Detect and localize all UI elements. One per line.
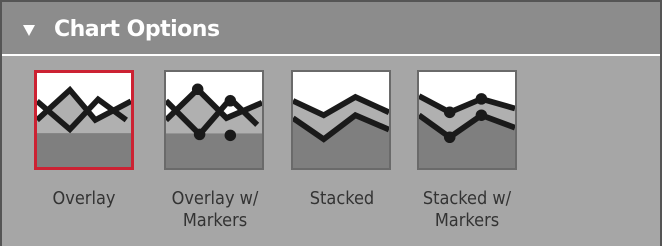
overlay-thumbnail[interactable] [34, 70, 134, 170]
overlay-markers-thumbnail[interactable] [164, 70, 264, 170]
option-overlay[interactable]: Overlay [0, 70, 139, 240]
overlay-chart-icon [37, 73, 131, 167]
option-overlay-markers[interactable]: Overlay w/ Markers [130, 70, 270, 240]
panel-header[interactable]: Chart Options [2, 2, 660, 56]
stacked-markers-thumbnail[interactable] [417, 70, 517, 170]
panel-title: Chart Options [54, 17, 220, 42]
option-stacked-markers[interactable]: Stacked w/ Markers [384, 70, 524, 240]
option-label: Stacked w/ Markers [422, 188, 512, 231]
stacked-chart-icon [293, 72, 389, 168]
overlay-markers-chart-icon [166, 72, 262, 168]
chart-options-panel: Chart Options Overlay Overlay w/ Markers… [0, 0, 662, 246]
stacked-thumbnail[interactable] [291, 70, 391, 170]
caret-down-icon[interactable] [23, 25, 35, 36]
option-stacked[interactable]: Stacked [258, 70, 398, 240]
stacked-markers-chart-icon [419, 72, 515, 168]
